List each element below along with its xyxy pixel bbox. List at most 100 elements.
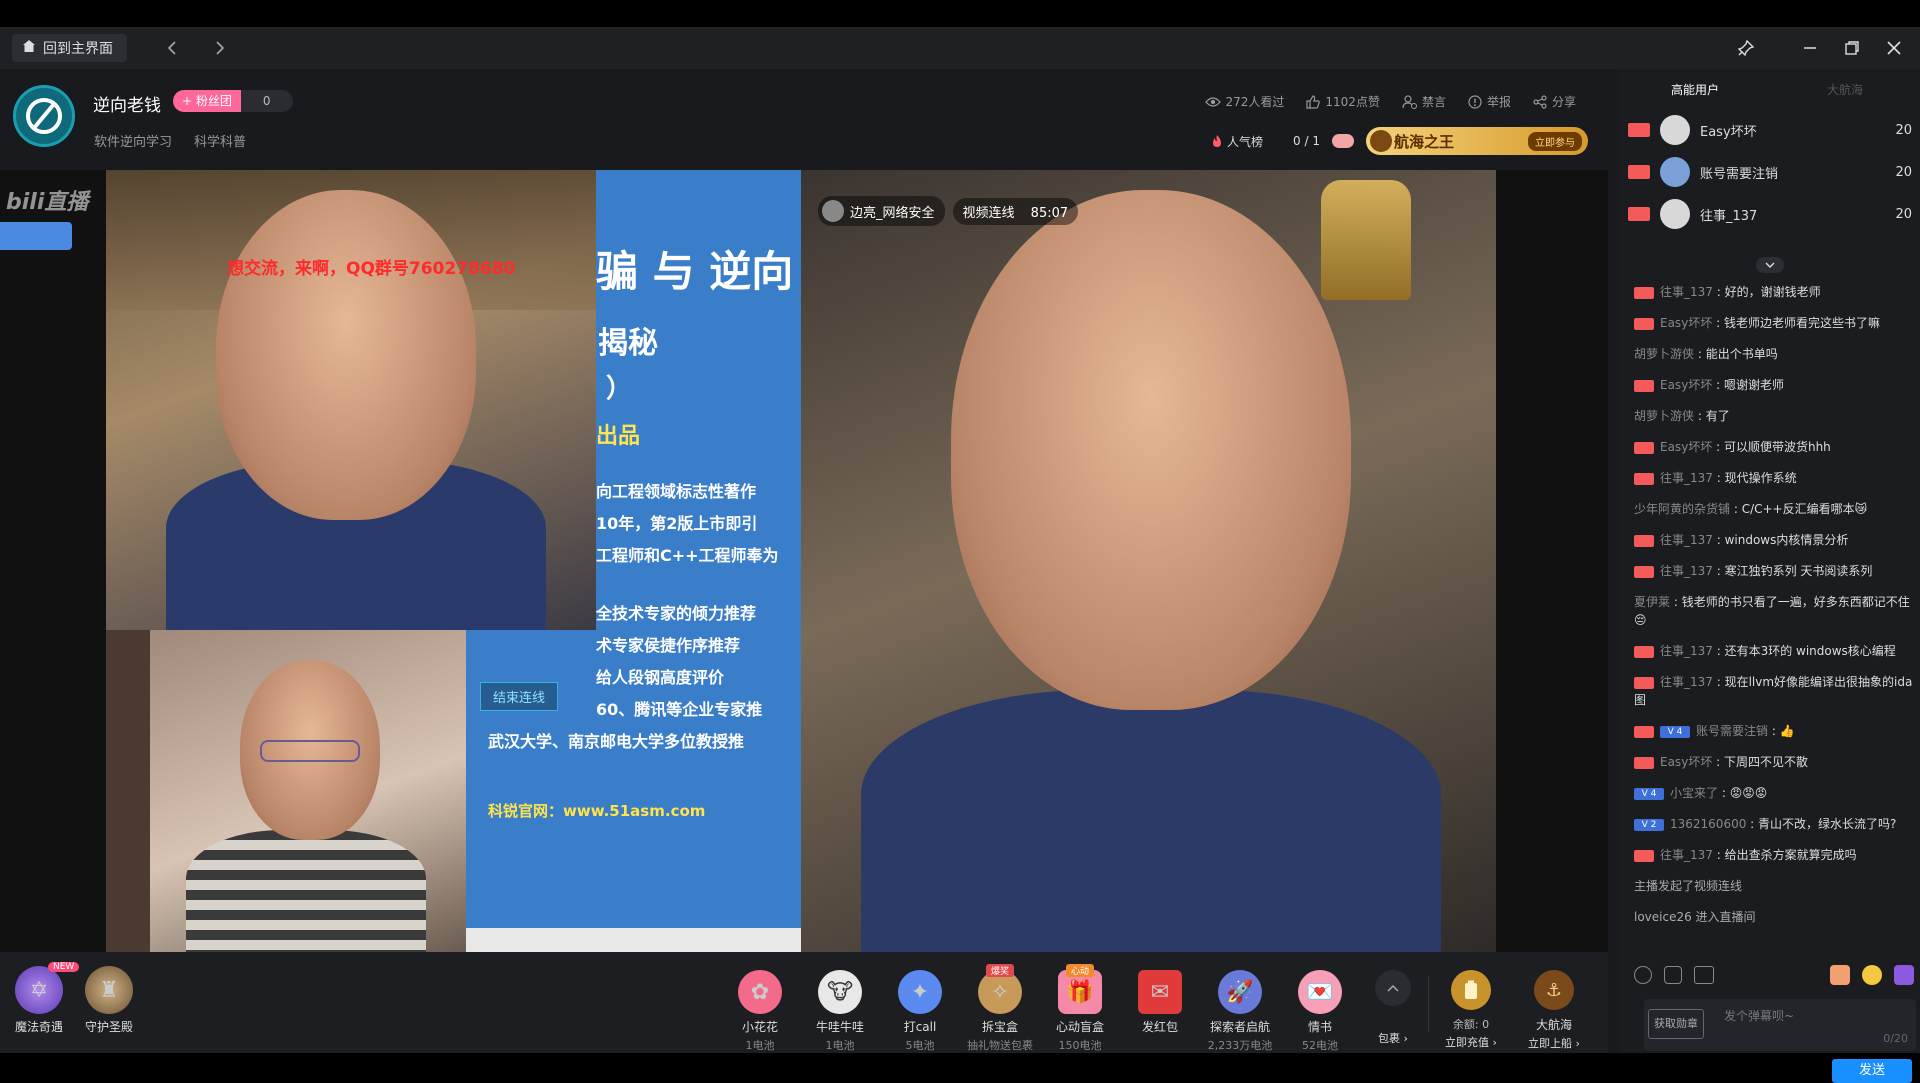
tab-voyage[interactable]: 大航海 [1770,81,1920,98]
send-button[interactable]: 发送 [1832,1059,1912,1083]
link-user-tag[interactable]: 边亮_网络安全 [818,196,945,226]
balance-panel[interactable]: 余额: 0 立即充值 › [1436,970,1506,1050]
chat-message[interactable]: 往事_137 : 好的，谢谢钱老师 [1634,283,1916,301]
danmaku-input[interactable]: 发个弹幕呗~ [1724,1007,1794,1024]
gift-bar: ✡ NEW 魔法奇遇 ♜ 守护圣殿 ✿ 小花花 1电池 🐮 牛哇牛哇 1电池 ✦… [0,952,1608,1053]
back-button[interactable] [157,33,187,63]
chat-message[interactable]: V 4 账号需要注销 : 👍 [1634,722,1916,740]
medal-badge [1634,441,1654,454]
link-status-tag: 边亮_网络安全 视频连线 85:07 [818,196,1079,226]
gift-item[interactable]: ✿ 小花花 1电池 [720,970,800,1053]
room-tag-area[interactable]: 软件逆向学习 [94,131,172,150]
main-area: 逆向老钱 + 粉丝团 0 软件逆向学习 科学科普 272人看过 1102点赞 禁… [0,69,1608,1053]
chat-message[interactable]: 往事_137 : 现在llvm好像能编译出很抽象的ida图 [1634,673,1916,709]
sticker-icon[interactable] [1694,966,1714,984]
chat-message[interactable]: 往事_137 : 现代操作系统 [1634,469,1916,487]
live-app-window: 回到主界面 逆向老钱 + 粉丝团 0 软件逆向学习 科学科普 272人看过 11… [0,27,1920,1083]
slide-line: 武汉大学、南京邮电大学多位教授推 [488,732,745,751]
home-icon [22,39,36,57]
gift-pop-icon[interactable] [0,222,72,250]
streamer-avatar[interactable] [13,85,75,147]
minimize-button[interactable] [1792,31,1828,65]
pin-button[interactable] [1728,31,1764,65]
chat-message[interactable]: Easy坏坏 : 嗯谢谢老师 [1634,376,1916,394]
minimize-icon [1804,47,1816,49]
rank-progress: 0 / 1 [1293,134,1320,148]
chat-message[interactable]: 胡萝卜游侠 : 能出个书单吗 [1634,345,1916,363]
medal-badge [1634,472,1654,485]
system-message: loveice26 进入直播间 [1634,910,1756,924]
cloud-icon[interactable] [1332,134,1354,148]
chat-message[interactable]: 少年阿黄的杂货铺 : C/C++反汇编看哪本😿 [1634,500,1916,518]
fire-icon [1213,135,1222,147]
package-button[interactable]: 包裹 › [1366,970,1420,1046]
chat-message[interactable]: 往事_137 : 给出查杀方案就算完成吗 [1634,846,1916,864]
rank-row: 人气榜 0 / 1 航海之王 立即参与 [1211,127,1588,155]
report-button[interactable]: 举报 [1468,93,1511,110]
room-tag-category[interactable]: 科学科普 [194,131,246,150]
chat-message[interactable]: 夏伊莱 : 钱老师的书只看了一遍，好多东西都记不住😔 [1634,593,1916,629]
gift-item[interactable]: ✦ 打call 5电池 [880,970,960,1053]
gift-badge: 爆奖 [985,964,1015,977]
magic-adventure-entry[interactable]: ✡ NEW 魔法奇遇 [4,962,80,1035]
user-row[interactable]: Easy坏坏 20 [1628,109,1912,151]
voyage-panel[interactable]: ⚓ 大航海 立即上船 › [1516,970,1592,1051]
chat-message[interactable]: 往事_137 : 还有本3环的 windows核心编程 [1634,642,1916,660]
user-row[interactable]: 账号需要注销 20 [1628,151,1912,193]
share-button[interactable]: 分享 [1533,93,1576,110]
tab-high-energy-users[interactable]: 高能用户 [1620,81,1770,98]
divider [1428,976,1429,1032]
medal-badge [1634,849,1654,862]
voyage-banner[interactable]: 航海之王 立即参与 [1366,127,1588,155]
chat-message[interactable]: 往事_137 : 寒江独钓系列 天书阅读系列 [1634,562,1916,580]
gift-item[interactable]: 心动 🎁 心动盲盒 150电池 [1040,964,1120,1053]
gear-icon[interactable] [1664,966,1682,984]
restore-button[interactable] [1834,31,1870,65]
end-link-button[interactable]: 结束连线 [480,682,559,711]
cow-icon: 🐮 [818,970,862,1014]
chat-message[interactable]: V 4 小宝来了 : 😡😡😡 [1634,784,1916,802]
popularity-rank[interactable]: 人气榜 [1211,133,1263,150]
get-medal-button[interactable]: 获取勋章 [1648,1009,1704,1039]
chat-message[interactable]: Easy坏坏 : 可以顺便带波货hhh [1634,438,1916,456]
voyage-join-button[interactable]: 立即参与 [1528,131,1582,151]
close-button[interactable] [1876,31,1912,65]
gift-item[interactable]: ✉ 发红包 [1120,970,1200,1037]
user-row[interactable]: 往事_137 20 [1628,193,1912,235]
medal-badge [1634,645,1654,658]
gift-item[interactable]: 💌 情书 52电池 [1280,970,1360,1053]
home-button[interactable]: 回到主界面 [12,34,127,62]
camera-feed-linked [801,170,1496,952]
chevron-down-icon [1765,262,1775,268]
guardian-hall-entry[interactable]: ♜ 守护圣殿 [74,966,144,1035]
chat-message[interactable]: Easy坏坏 : 钱老师边老师看完这些书了嘛 [1634,314,1916,332]
streamer-name[interactable]: 逆向老钱 [93,91,161,116]
share-icon [1533,94,1547,109]
chat-message[interactable]: 往事_137 : windows内核情景分析 [1634,531,1916,549]
chat-message[interactable]: 胡萝卜游侠 : 有了 [1634,407,1916,425]
gift-item[interactable]: 🚀 探索者启航 2,233万电池 [1200,970,1280,1053]
chat-bubble-icon[interactable] [1894,965,1914,985]
palette-icon[interactable] [1634,966,1652,984]
likes-stat[interactable]: 1102点赞 [1306,93,1380,110]
chat-message[interactable]: Easy坏坏 : 下周四不见不散 [1634,753,1916,771]
forward-button[interactable] [205,33,235,63]
slide-website: 科锐官网：www.51asm.com [488,802,706,820]
gift-item[interactable]: 爆奖 ✧ 拆宝盒 抽礼物送包裹 [960,964,1040,1053]
slide-line: 全技术专家的倾力推荐 [596,604,757,623]
chat-message[interactable]: V 2 1362160600 : 青山不改，绿水长流了吗? [1634,815,1916,833]
gift-item[interactable]: 🐮 牛哇牛哇 1电池 [800,970,880,1053]
thumbs-up-icon[interactable] [1830,965,1850,985]
medal-badge [1634,725,1654,738]
medal-badge [1634,565,1654,578]
slide-line: 术专家侯捷作序推荐 [596,636,741,655]
expand-user-list-button[interactable] [1756,257,1784,273]
linked-shirt-shape [861,690,1441,952]
chevron-right-icon [216,41,225,55]
video-player[interactable]: bili直播 骗 与 逆向 揭秘 ） 出品 向工程领域标志性著作 10年，第2版… [0,170,1608,952]
fan-club[interactable]: + 粉丝团 0 [173,90,293,112]
user-rank-badge [1628,207,1650,221]
emoji-icon[interactable] [1862,965,1882,985]
ban-button[interactable]: 禁言 [1402,93,1446,110]
fan-club-button[interactable]: + 粉丝团 [173,90,241,112]
